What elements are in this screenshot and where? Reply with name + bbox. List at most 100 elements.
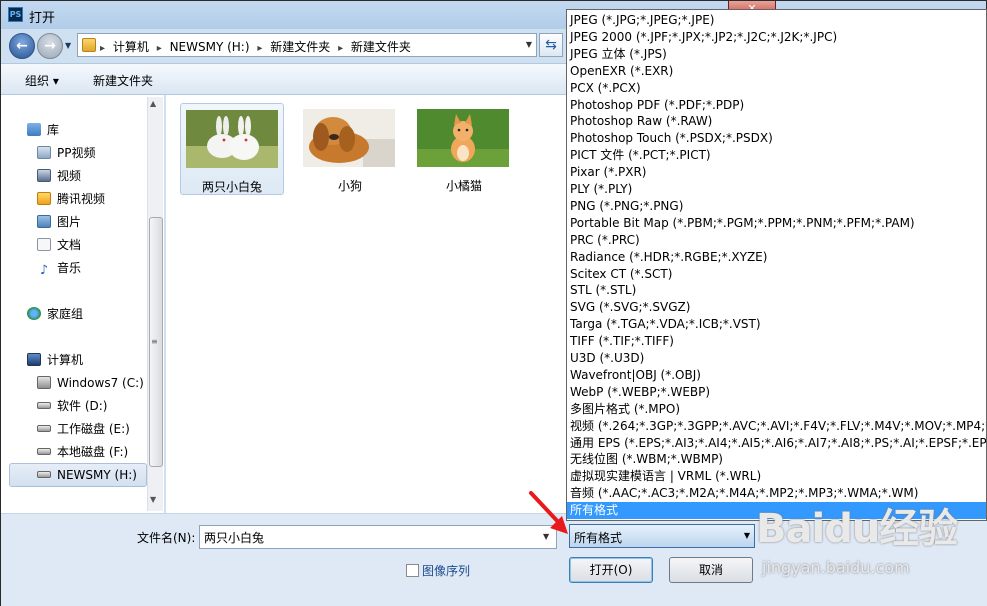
drive-icon <box>37 402 51 409</box>
sidebar-item-drive-c[interactable]: Windows7 (C:) <box>37 372 144 394</box>
address-bar[interactable]: ▸ 计算机 ▸ NEWSMY (H:) ▸ 新建文件夹 ▸ 新建文件夹 ▼ <box>77 33 537 57</box>
video-folder-icon <box>37 146 51 159</box>
video-icon <box>37 169 51 182</box>
pictures-icon <box>37 215 51 228</box>
file-item-rabbits[interactable]: 两只小白兔 <box>180 103 284 195</box>
organize-button[interactable]: 组织 ▾ <box>25 72 59 89</box>
computer-icon <box>27 353 41 366</box>
drive-icon <box>37 425 51 432</box>
file-type-option[interactable]: 通用 EPS (*.EPS;*.AI3;*.AI4;*.AI5;*.AI6;*.… <box>567 435 986 452</box>
image-sequence-checkbox[interactable] <box>406 564 419 577</box>
sidebar-item-tencent-video[interactable]: 腾讯视频 <box>37 188 105 210</box>
back-button[interactable]: ← <box>9 33 35 59</box>
file-type-option[interactable]: U3D (*.U3D) <box>567 350 986 367</box>
sidebar-scrollbar[interactable]: ▲ ≡ ▼ <box>147 97 163 511</box>
file-name: 两只小白兔 <box>201 180 262 194</box>
file-type-option[interactable]: OpenEXR (*.EXR) <box>567 63 986 80</box>
file-list: 两只小白兔 小狗 小橘猫 <box>166 95 571 513</box>
file-name: 小橘猫 <box>445 179 482 193</box>
file-type-option[interactable]: Portable Bit Map (*.PBM;*.PGM;*.PPM;*.PN… <box>567 215 986 232</box>
filename-label: 文件名(N): <box>137 531 196 545</box>
file-type-option[interactable]: Scitex CT (*.SCT) <box>567 266 986 283</box>
sidebar-item-drive-d[interactable]: 软件 (D:) <box>37 395 107 417</box>
file-type-option[interactable]: 音频 (*.AAC;*.AC3;*.M2A;*.M4A;*.MP2;*.MP3;… <box>567 485 986 502</box>
breadcrumb-separator: ▸ <box>156 43 162 54</box>
breadcrumb-separator: ▸ <box>338 43 344 54</box>
sidebar-item-music[interactable]: ♪ 音乐 <box>37 257 81 279</box>
sidebar-item-computer[interactable]: 计算机 <box>27 349 83 371</box>
breadcrumb-subfolder[interactable]: 新建文件夹 <box>351 40 411 54</box>
file-item-puppy[interactable]: 小狗 <box>298 103 402 195</box>
recent-locations-dropdown[interactable]: ▼ <box>65 41 71 50</box>
chevron-down-icon: ▼ <box>65 41 72 50</box>
sidebar-item-documents[interactable]: 文档 <box>37 234 81 256</box>
address-history-dropdown[interactable]: ▼ <box>526 40 532 49</box>
file-type-option[interactable]: TIFF (*.TIF;*.TIFF) <box>567 333 986 350</box>
scroll-down-arrow-icon[interactable]: ▼ <box>150 495 156 504</box>
refresh-button[interactable]: ⇆ <box>539 33 563 57</box>
file-type-option[interactable]: 多图片格式 (*.MPO) <box>567 401 986 418</box>
new-folder-button[interactable]: 新建文件夹 <box>93 72 153 89</box>
file-name: 小狗 <box>337 179 362 193</box>
file-type-option[interactable]: JPEG 2000 (*.JPF;*.JPX;*.JP2;*.J2C;*.J2K… <box>567 29 986 46</box>
breadcrumb: ▸ 计算机 ▸ NEWSMY (H:) ▸ 新建文件夹 ▸ 新建文件夹 <box>100 38 415 55</box>
file-type-option[interactable]: Photoshop Raw (*.RAW) <box>567 113 986 130</box>
sidebar-item-drive-h[interactable]: NEWSMY (H:) <box>37 464 137 486</box>
file-type-option[interactable]: 所有格式 <box>567 502 986 520</box>
file-type-option[interactable]: 虚拟现实建模语言 | VRML (*.WRL) <box>567 468 986 485</box>
file-type-dropdown-list: JPEG (*.JPG;*.JPEG;*.JPE) JPEG 2000 (*.JP… <box>566 9 987 521</box>
refresh-icon: ⇆ <box>545 37 557 53</box>
forward-button[interactable]: → <box>37 33 63 59</box>
tencent-video-icon <box>37 192 51 205</box>
scroll-up-arrow-icon[interactable]: ▲ <box>150 99 156 108</box>
music-icon: ♪ <box>39 263 49 278</box>
file-type-option[interactable]: 视频 (*.264;*.3GP;*.3GPP;*.AVC;*.AVI;*.F4V… <box>567 418 986 435</box>
file-type-option[interactable]: Photoshop PDF (*.PDF;*.PDP) <box>567 97 986 114</box>
file-type-option[interactable]: JPEG 立体 (*.JPS) <box>567 46 986 63</box>
folder-icon <box>82 38 96 52</box>
kitten-thumbnail <box>417 109 509 167</box>
breadcrumb-drive[interactable]: NEWSMY (H:) <box>170 40 250 54</box>
chevron-down-icon: ▼ <box>743 531 750 540</box>
file-type-option[interactable]: PLY (*.PLY) <box>567 181 986 198</box>
file-type-option[interactable]: Radiance (*.HDR;*.RGBE;*.XYZE) <box>567 249 986 266</box>
puppy-thumbnail <box>303 109 395 167</box>
file-type-option[interactable]: Photoshop Touch (*.PSDX;*.PSDX) <box>567 130 986 147</box>
file-type-option[interactable]: JPEG (*.JPG;*.JPEG;*.JPE) <box>567 12 986 29</box>
dialog-actions: 所有格式 ▼ 打开(O) 取消 <box>567 513 987 606</box>
sidebar-item-pictures[interactable]: 图片 <box>37 211 81 233</box>
homegroup-icon <box>27 307 41 320</box>
open-button[interactable]: 打开(O) <box>569 557 653 583</box>
file-type-option[interactable]: SVG (*.SVG;*.SVGZ) <box>567 299 986 316</box>
annotation-arrow-icon <box>529 491 568 534</box>
file-type-option[interactable]: PICT 文件 (*.PCT;*.PICT) <box>567 147 986 164</box>
file-type-option[interactable]: STL (*.STL) <box>567 282 986 299</box>
sidebar-item-drive-e[interactable]: 工作磁盘 (E:) <box>37 418 130 440</box>
image-sequence-label[interactable]: 图像序列 <box>422 562 470 579</box>
sidebar-item-library[interactable]: 库 <box>27 119 59 141</box>
rabbits-thumbnail <box>186 110 278 168</box>
sidebar-item-videos[interactable]: 视频 <box>37 165 81 187</box>
library-icon <box>27 123 41 136</box>
file-type-option[interactable]: 无线位图 (*.WBM;*.WBMP) <box>567 451 986 468</box>
file-type-option[interactable]: Pixar (*.PXR) <box>567 164 986 181</box>
cancel-button[interactable]: 取消 <box>669 557 753 583</box>
command-toolbar: 组织 ▾ 新建文件夹 <box>1 63 571 95</box>
file-item-kitten[interactable]: 小橘猫 <box>412 103 516 195</box>
sidebar-item-pp-video[interactable]: PP视频 <box>37 142 95 164</box>
file-type-option[interactable]: PNG (*.PNG;*.PNG) <box>567 198 986 215</box>
arrow-left-icon: ← <box>16 38 28 54</box>
file-type-option[interactable]: PRC (*.PRC) <box>567 232 986 249</box>
file-type-option[interactable]: WebP (*.WEBP;*.WEBP) <box>567 384 986 401</box>
breadcrumb-computer[interactable]: 计算机 <box>113 40 149 54</box>
file-type-option[interactable]: Targa (*.TGA;*.VDA;*.ICB;*.VST) <box>567 316 986 333</box>
breadcrumb-folder[interactable]: 新建文件夹 <box>270 40 330 54</box>
file-type-option[interactable]: Wavefront|OBJ (*.OBJ) <box>567 367 986 384</box>
filename-input[interactable] <box>199 525 557 549</box>
sidebar-item-drive-f[interactable]: 本地磁盘 (F:) <box>37 441 128 463</box>
drive-icon <box>37 448 51 455</box>
sidebar-item-homegroup[interactable]: 家庭组 <box>27 303 83 325</box>
file-type-select[interactable]: 所有格式 ▼ <box>569 524 755 548</box>
file-type-option[interactable]: PCX (*.PCX) <box>567 80 986 97</box>
usb-drive-icon <box>37 471 51 478</box>
